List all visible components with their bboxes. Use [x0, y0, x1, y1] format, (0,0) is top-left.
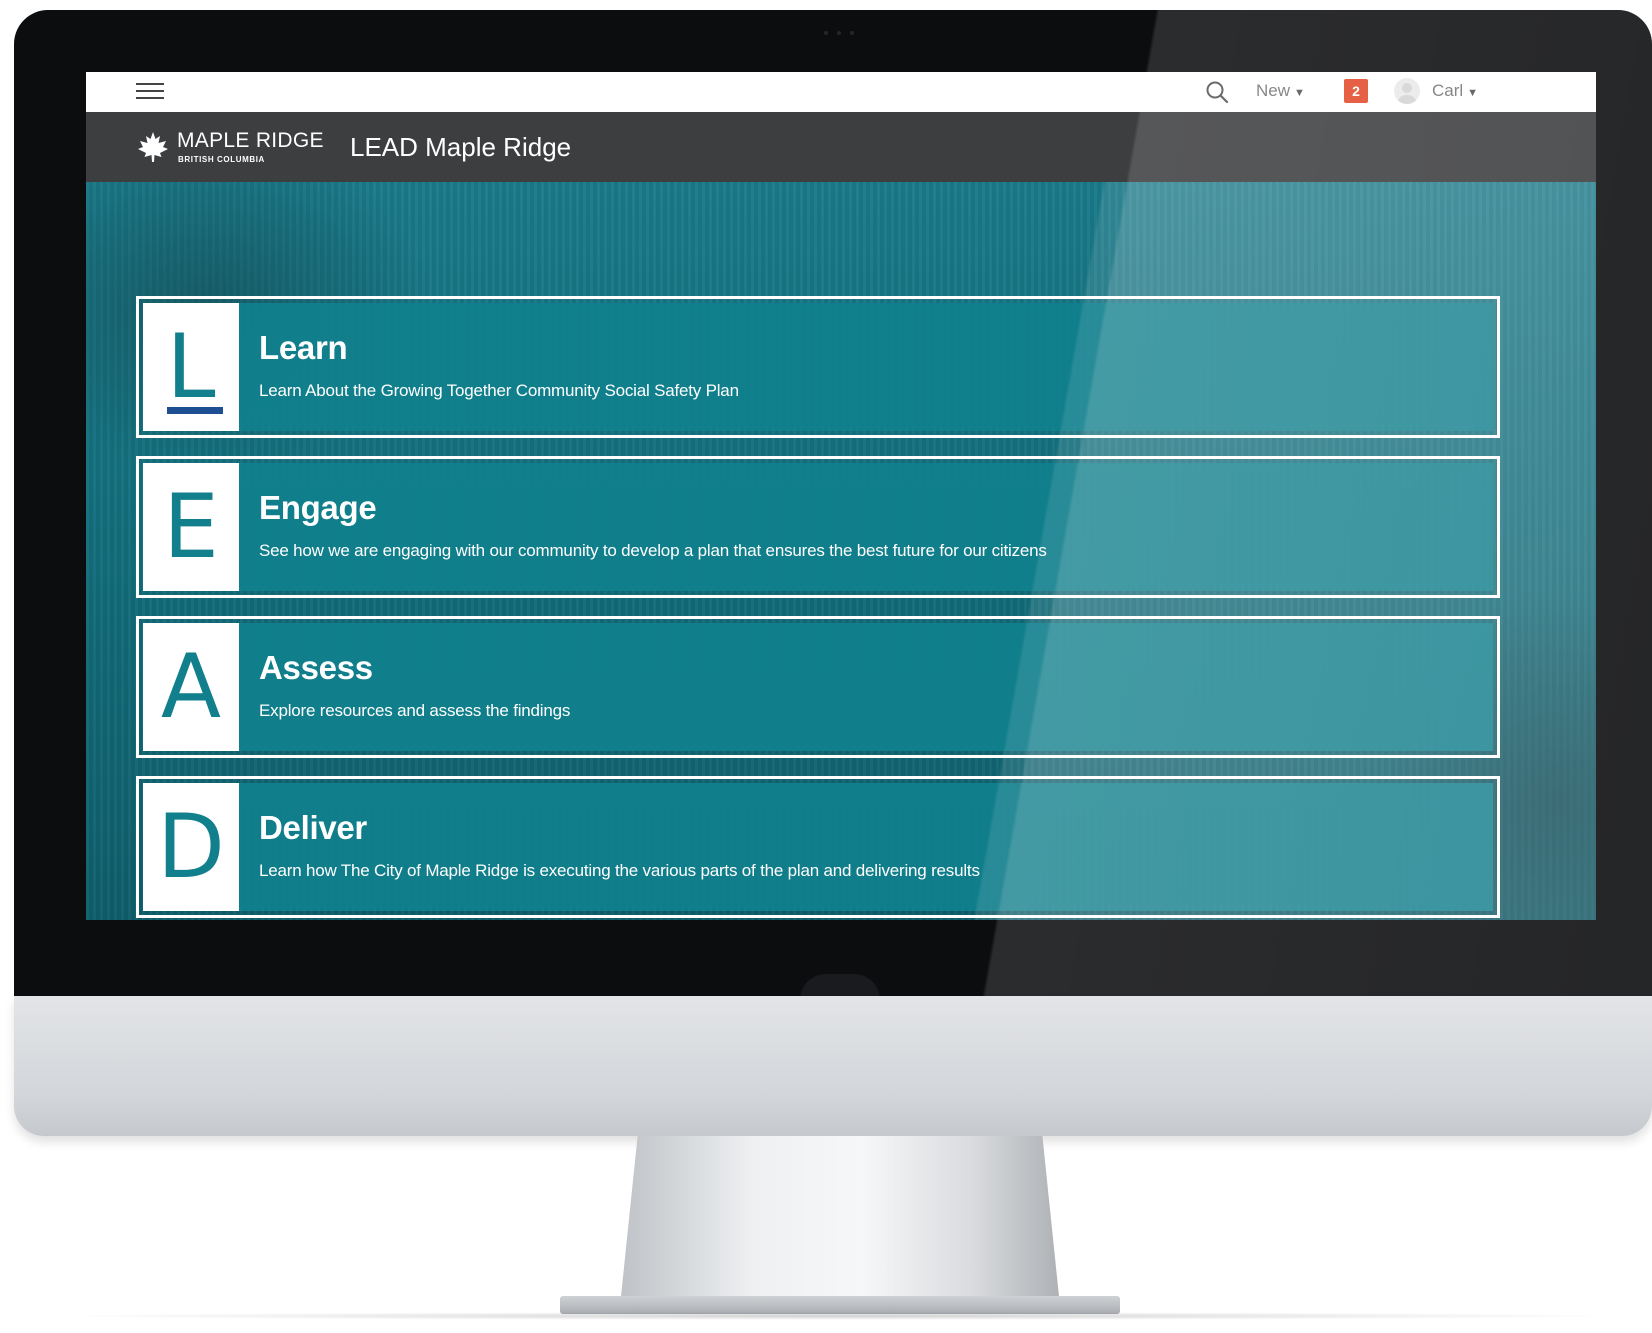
card-background: [143, 303, 1493, 431]
card-learn[interactable]: L Learn Learn About the Growing Together…: [136, 296, 1500, 438]
floor-shadow: [40, 1312, 1640, 1320]
hamburger-menu-icon[interactable]: [136, 78, 164, 104]
card-letter: E: [163, 475, 219, 578]
monitor-chin: [14, 996, 1652, 1136]
brand-bar: MAPLE RIDGE BRITISH COLUMBIA LEAD Maple …: [86, 112, 1596, 182]
maple-leaf-icon[interactable]: [136, 130, 170, 164]
card-background: [143, 783, 1493, 911]
brand-subtitle: BRITISH COLUMBIA: [178, 155, 265, 164]
card-title: Deliver: [259, 809, 367, 846]
card-description: Explore resources and assess the finding…: [259, 701, 571, 720]
monitor-mockup: New ▼ 2 Carl ▼ MAPLE RIDGE BRITISH COLUMBI: [0, 0, 1652, 1333]
avatar[interactable]: [1394, 78, 1420, 104]
brand-name: MAPLE RIDGE: [177, 129, 324, 152]
user-name: Carl: [1432, 81, 1464, 100]
letter-tile: E: [143, 463, 239, 591]
letter-underline: [167, 407, 223, 414]
letter-tile: D: [143, 783, 239, 911]
card-letter: D: [157, 795, 225, 898]
chevron-down-icon: ▼: [1467, 87, 1479, 99]
monitor-stand: [620, 1136, 1060, 1306]
top-nav-bar: New ▼ 2 Carl ▼: [86, 72, 1596, 113]
letter-tile: A: [143, 623, 239, 751]
card-title: Learn: [259, 329, 348, 366]
card-deliver[interactable]: D Deliver Learn how The City of Maple Ri…: [136, 776, 1500, 918]
card-background: [143, 463, 1493, 591]
card-title: Engage: [259, 489, 377, 526]
chevron-down-icon: ▼: [1294, 87, 1305, 99]
card-background: [143, 623, 1493, 751]
card-description: Learn how The City of Maple Ridge is exe…: [259, 861, 980, 880]
card-engage[interactable]: E Engage See how we are engaging with ou…: [136, 456, 1500, 598]
hero-section: L Learn Learn About the Growing Together…: [86, 182, 1596, 920]
card-letter: A: [160, 635, 222, 738]
site-title[interactable]: LEAD Maple Ridge: [350, 132, 571, 163]
user-menu-button[interactable]: Carl ▼: [1432, 81, 1478, 101]
card-description: See how we are engaging with our communi…: [259, 541, 1047, 560]
card-description: Learn About the Growing Together Communi…: [259, 381, 739, 400]
letter-tile: L: [143, 303, 239, 431]
new-dropdown-button[interactable]: New ▼: [1256, 81, 1305, 101]
notification-badge[interactable]: 2: [1344, 79, 1368, 103]
search-icon[interactable]: [1204, 79, 1230, 105]
screen: New ▼ 2 Carl ▼ MAPLE RIDGE BRITISH COLUMBI: [86, 72, 1596, 920]
camera-icon: [822, 28, 856, 38]
card-title: Assess: [259, 649, 373, 686]
card-assess[interactable]: A Assess Explore resources and assess th…: [136, 616, 1500, 758]
new-label: New: [1256, 81, 1291, 100]
